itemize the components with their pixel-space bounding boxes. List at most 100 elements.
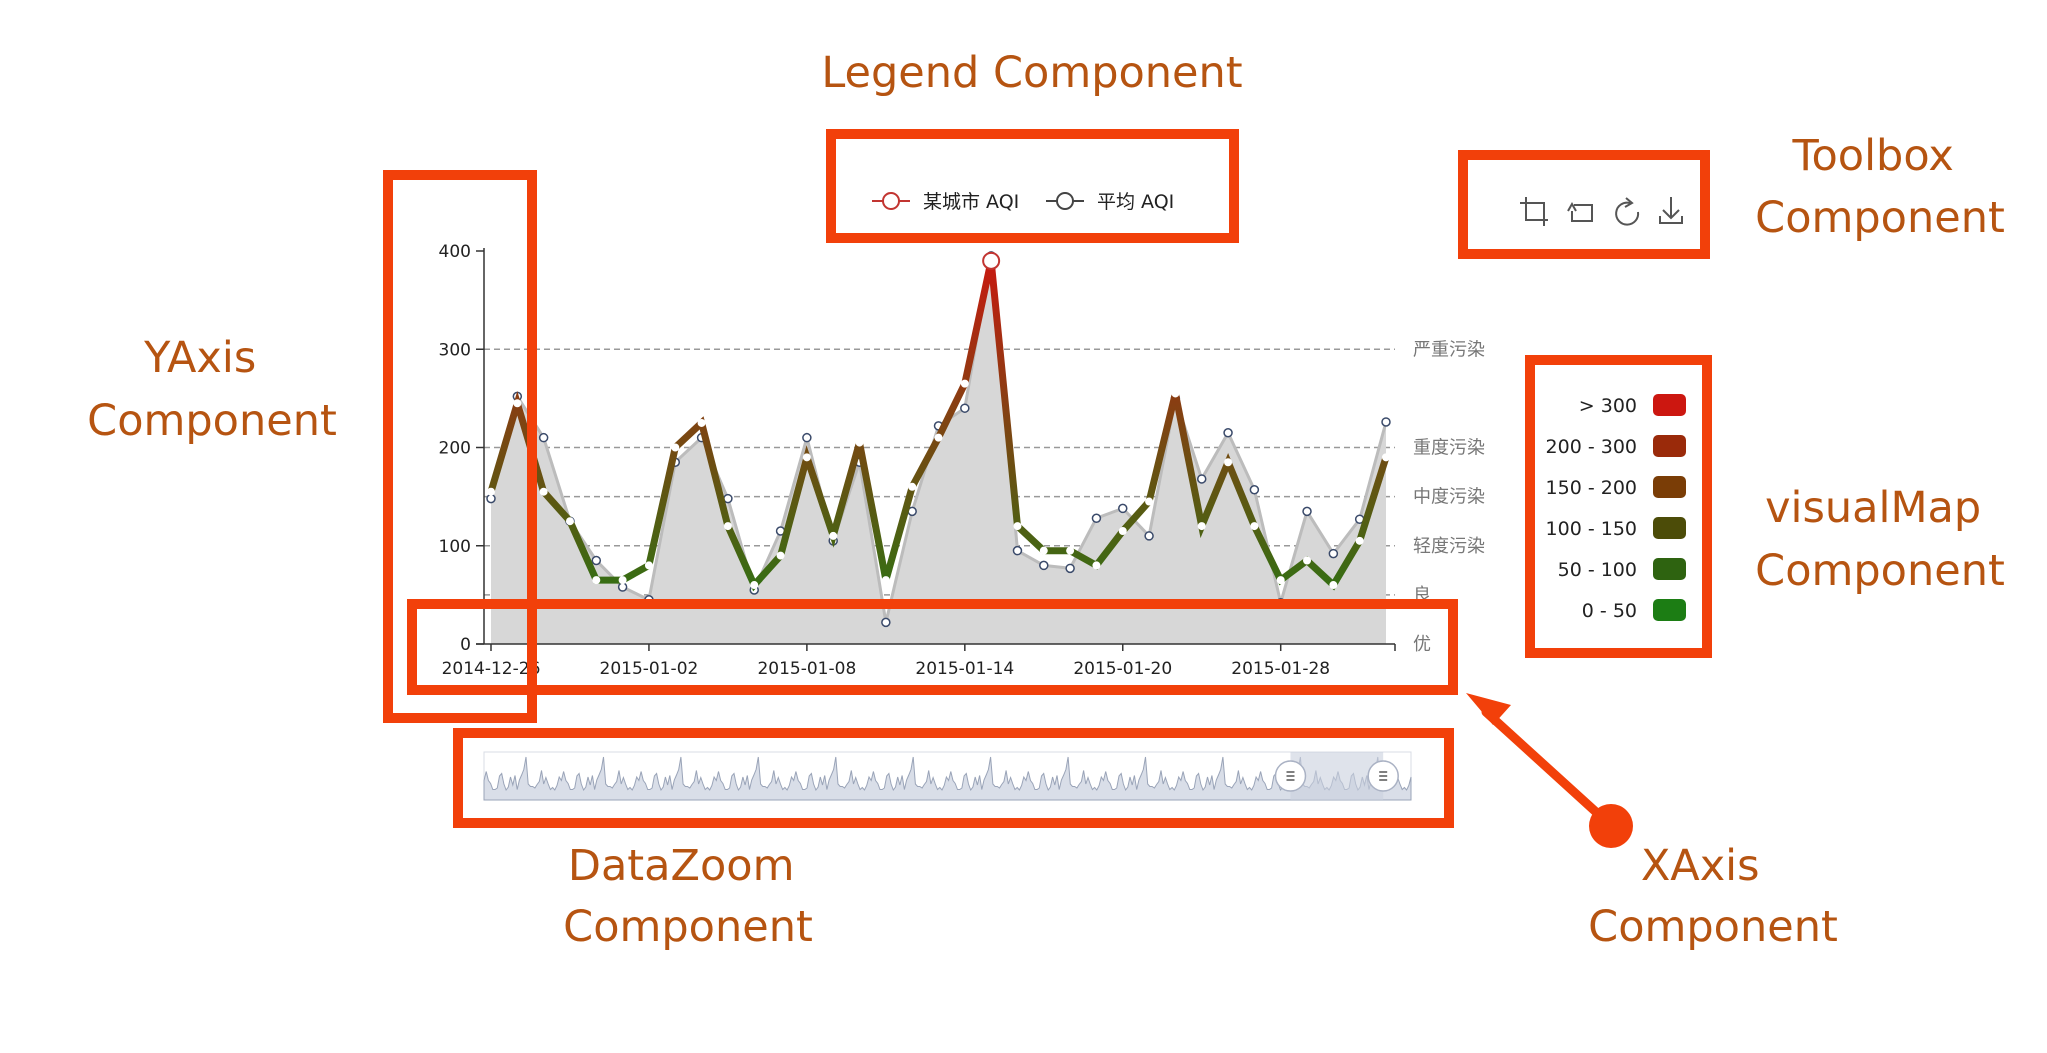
city-point[interactable] bbox=[487, 487, 495, 496]
chart-legend[interactable]: 某城市 AQI 平均 AQI bbox=[872, 191, 1174, 213]
city-point[interactable] bbox=[618, 576, 627, 585]
legend-marker-city bbox=[882, 192, 900, 210]
arrow-shaft bbox=[1481, 707, 1612, 827]
city-point[interactable] bbox=[671, 443, 680, 452]
data-zoom-reset-icon[interactable] bbox=[1567, 201, 1593, 222]
average-point[interactable] bbox=[1091, 513, 1102, 523]
city-point[interactable] bbox=[513, 399, 522, 408]
toolbox bbox=[1520, 197, 1683, 226]
city-point[interactable] bbox=[750, 581, 759, 590]
city-point[interactable] bbox=[1197, 522, 1206, 531]
city-point[interactable] bbox=[1303, 556, 1312, 565]
average-point[interactable] bbox=[1118, 503, 1128, 514]
average-point[interactable] bbox=[617, 582, 628, 592]
average-point[interactable] bbox=[881, 617, 891, 628]
annotation-boxes bbox=[383, 129, 1712, 828]
average-point[interactable] bbox=[1302, 506, 1312, 517]
city-point[interactable] bbox=[1329, 581, 1338, 590]
visualmap-swatch[interactable] bbox=[1653, 517, 1686, 539]
average-point[interactable] bbox=[486, 493, 496, 504]
xaxis-component-title: XAxis Component bbox=[1588, 841, 1838, 952]
city-point-highlighted[interactable] bbox=[982, 251, 1001, 270]
city-point[interactable] bbox=[934, 433, 943, 442]
band-label: 优 bbox=[1413, 634, 1431, 655]
visualmap-label: 100 - 150 bbox=[1546, 518, 1637, 540]
city-point[interactable] bbox=[1039, 546, 1048, 555]
average-point[interactable] bbox=[1065, 563, 1075, 574]
city-point[interactable] bbox=[908, 482, 917, 491]
datazoom-handle-end[interactable] bbox=[1367, 760, 1399, 792]
component-diagram: Legend Component Toolbox Component YAxis… bbox=[87, 48, 2005, 952]
y-tick-label: 0 bbox=[460, 635, 471, 655]
toolbox-component-title: Toolbox Component bbox=[1755, 131, 2005, 243]
legend-label-average: 平均 AQI bbox=[1097, 191, 1174, 213]
city-point[interactable] bbox=[1382, 453, 1390, 462]
visualmap-label: 150 - 200 bbox=[1546, 477, 1637, 499]
visualmap-label: > 300 bbox=[1579, 395, 1637, 417]
x-tick-label: 2015-01-02 bbox=[600, 659, 699, 679]
visualmap-swatch[interactable] bbox=[1653, 476, 1686, 498]
average-point[interactable] bbox=[1328, 548, 1339, 559]
city-point[interactable] bbox=[565, 517, 574, 526]
city-point[interactable] bbox=[697, 418, 706, 427]
visualmap-label: 200 - 300 bbox=[1546, 436, 1637, 458]
city-point[interactable] bbox=[802, 453, 811, 462]
city-point[interactable] bbox=[1013, 522, 1022, 531]
average-point[interactable] bbox=[1039, 560, 1049, 571]
legend-marker-average bbox=[1056, 192, 1074, 210]
city-point[interactable] bbox=[539, 487, 548, 496]
average-point[interactable] bbox=[1012, 545, 1023, 556]
city-point[interactable] bbox=[723, 522, 732, 531]
average-point[interactable] bbox=[1196, 474, 1207, 484]
y-tick-label: 400 bbox=[439, 242, 471, 262]
band-label: 重度污染 bbox=[1413, 438, 1485, 459]
city-point[interactable] bbox=[1171, 389, 1180, 398]
visualmap-swatch[interactable] bbox=[1653, 599, 1686, 621]
legend-item-average[interactable]: 平均 AQI bbox=[1046, 191, 1174, 213]
visualmap-swatch[interactable] bbox=[1653, 435, 1686, 457]
arrow-tail-dot bbox=[1589, 804, 1633, 848]
x-tick-label: 2015-01-08 bbox=[757, 659, 856, 679]
x-tick-label: 2015-01-14 bbox=[915, 659, 1014, 679]
save-image-icon[interactable] bbox=[1659, 197, 1683, 224]
city-point[interactable] bbox=[644, 561, 653, 570]
xaxis-pointer-arrow bbox=[1466, 693, 1633, 848]
average-point[interactable] bbox=[591, 555, 602, 566]
city-point[interactable] bbox=[881, 576, 890, 585]
average-point[interactable] bbox=[1249, 484, 1260, 495]
data-zoom-icon[interactable] bbox=[1520, 197, 1548, 226]
city-point[interactable] bbox=[1145, 497, 1154, 506]
average-point[interactable] bbox=[1381, 417, 1391, 427]
x-tick-label: 2015-01-20 bbox=[1073, 659, 1172, 679]
average-point[interactable] bbox=[960, 403, 970, 413]
city-point[interactable] bbox=[1355, 536, 1364, 545]
city-point[interactable] bbox=[592, 576, 601, 585]
city-point[interactable] bbox=[1276, 576, 1285, 585]
legend-annotation-box bbox=[826, 129, 1239, 243]
average-point[interactable] bbox=[1223, 428, 1233, 438]
legend-item-city[interactable]: 某城市 AQI bbox=[872, 191, 1019, 213]
average-point[interactable] bbox=[1144, 531, 1154, 541]
datazoom-handle-start[interactable] bbox=[1274, 760, 1307, 792]
city-point[interactable] bbox=[1224, 458, 1233, 467]
city-point[interactable] bbox=[776, 551, 785, 560]
city-point[interactable] bbox=[960, 379, 969, 388]
band-label: 轻度污染 bbox=[1413, 536, 1485, 557]
city-point[interactable] bbox=[829, 531, 838, 540]
visualmap-swatch[interactable] bbox=[1653, 558, 1686, 580]
average-point[interactable] bbox=[802, 432, 812, 443]
legend-component-title: Legend Component bbox=[821, 48, 1242, 98]
legend-label-city: 某城市 AQI bbox=[923, 191, 1019, 213]
visualmap-swatch[interactable] bbox=[1653, 394, 1686, 416]
visualmap-label: 0 - 50 bbox=[1582, 600, 1637, 622]
city-point[interactable] bbox=[1092, 561, 1101, 570]
y-tick-label: 100 bbox=[439, 537, 471, 557]
city-point[interactable] bbox=[1118, 527, 1127, 536]
city-point[interactable] bbox=[1250, 522, 1259, 531]
city-point[interactable] bbox=[1066, 546, 1075, 555]
restore-icon[interactable] bbox=[1615, 197, 1640, 226]
city-point[interactable] bbox=[855, 438, 864, 447]
y-tick-label: 200 bbox=[439, 439, 471, 459]
datazoom-slider[interactable] bbox=[483, 751, 1412, 801]
average-point[interactable] bbox=[538, 432, 549, 443]
